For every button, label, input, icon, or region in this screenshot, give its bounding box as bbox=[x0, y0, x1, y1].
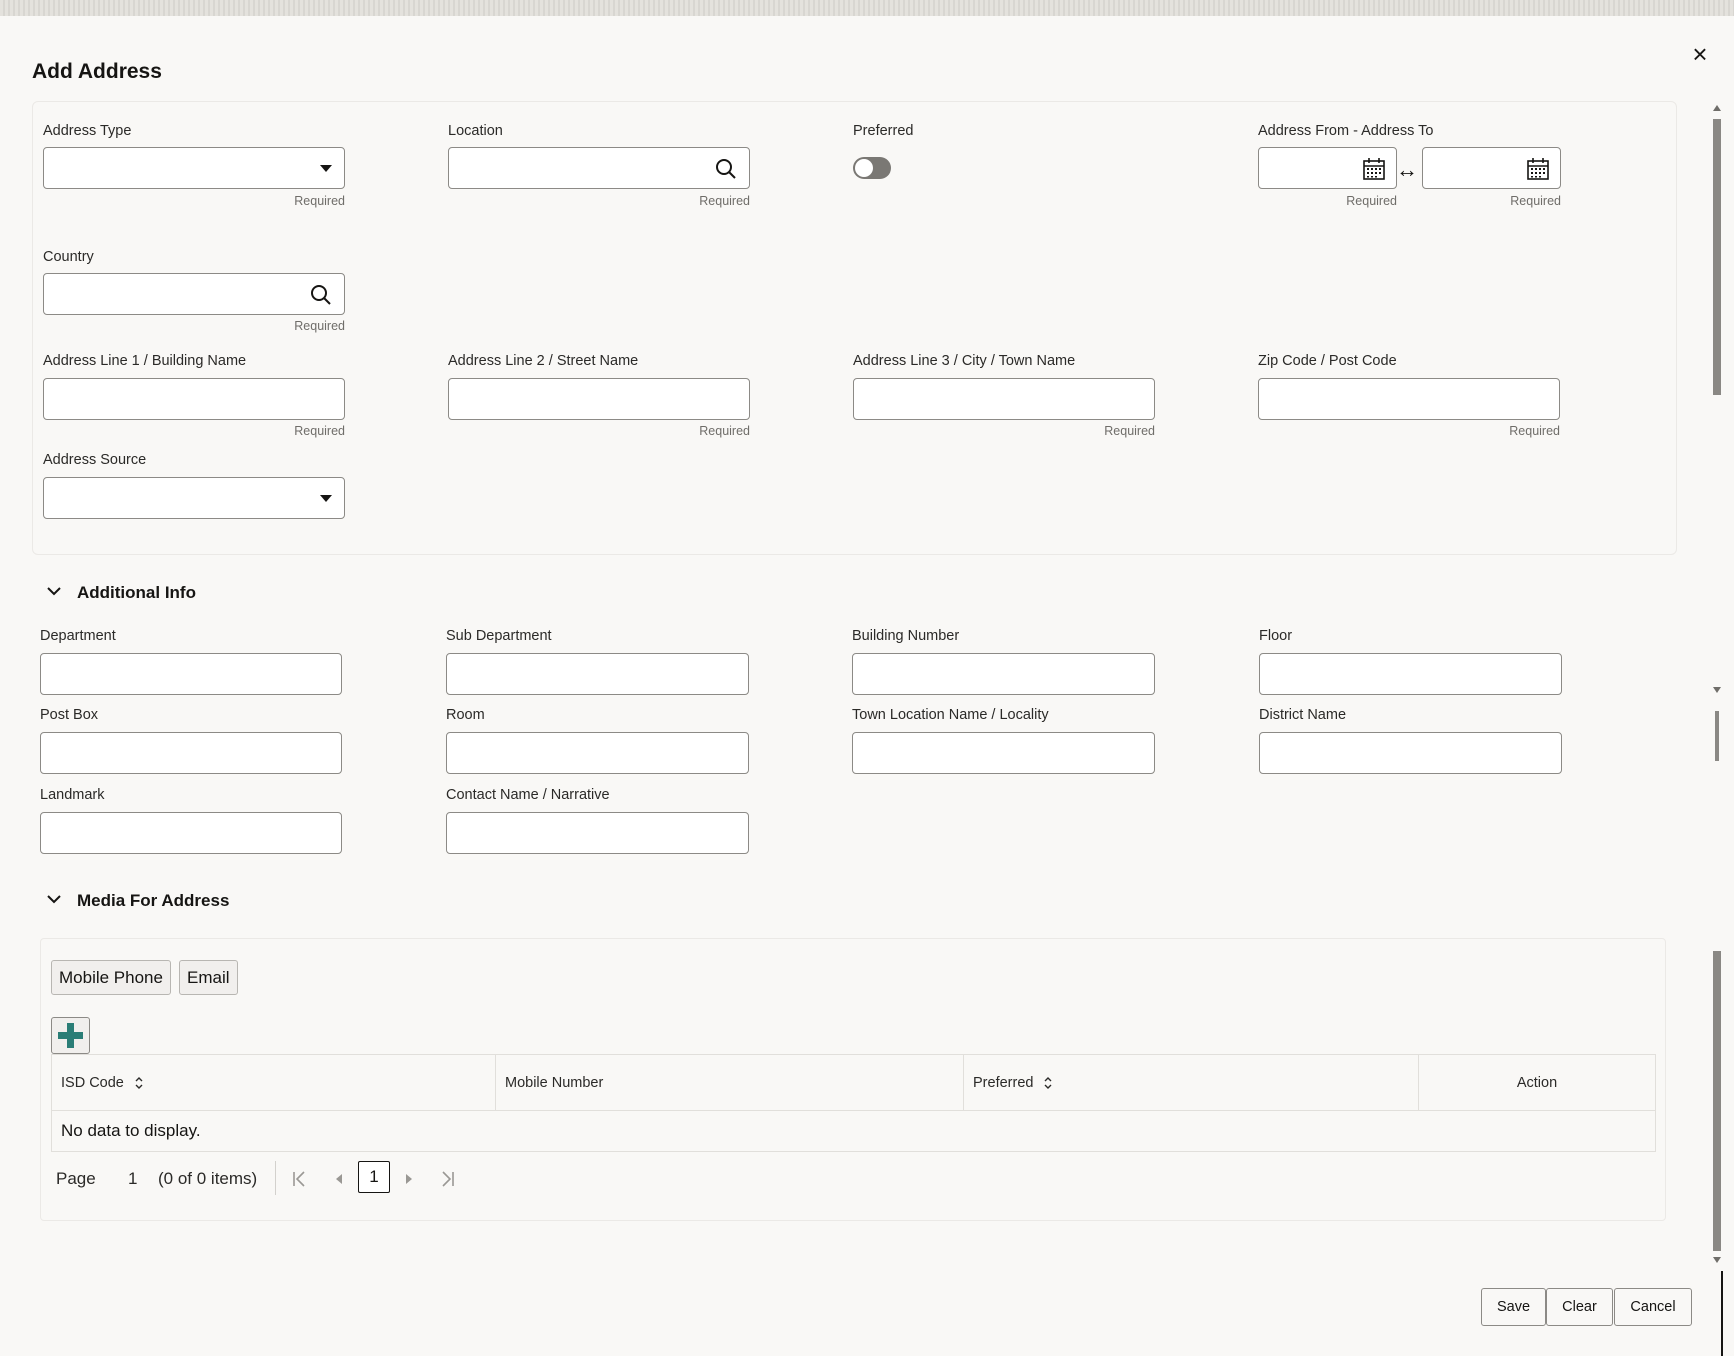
district-name-label: District Name bbox=[1259, 707, 1347, 723]
zip-code-label: Zip Code / Post Code bbox=[1258, 353, 1397, 369]
inner-scrollbar[interactable] bbox=[1710, 102, 1724, 697]
media-for-address-title: Media For Address bbox=[77, 891, 230, 910]
column-preferred-label: Preferred bbox=[973, 1075, 1034, 1091]
location-input[interactable] bbox=[448, 147, 750, 189]
background-strip bbox=[0, 0, 1734, 16]
first-page-icon[interactable] bbox=[287, 1166, 313, 1192]
pager-current-page[interactable]: 1 bbox=[358, 1161, 390, 1193]
building-number-label: Building Number bbox=[852, 628, 960, 644]
pager-page-label: Page bbox=[56, 1169, 96, 1188]
building-number-input[interactable] bbox=[852, 653, 1155, 695]
floor-label: Floor bbox=[1259, 628, 1293, 644]
dialog-title: Add Address bbox=[32, 60, 162, 83]
address-to-date[interactable] bbox=[1422, 147, 1561, 189]
additional-info-header[interactable]: Additional Info bbox=[47, 583, 196, 603]
plus-icon bbox=[58, 1023, 83, 1048]
country-required: Required bbox=[294, 319, 345, 333]
pager-items-text: (0 of 0 items) bbox=[158, 1169, 258, 1188]
tab-email[interactable]: Email bbox=[179, 960, 238, 995]
address-line2-label: Address Line 2 / Street Name bbox=[448, 353, 639, 369]
last-page-icon[interactable] bbox=[434, 1166, 460, 1192]
landmark-input[interactable] bbox=[40, 812, 342, 854]
location-required: Required bbox=[699, 194, 750, 208]
address-source-select[interactable] bbox=[43, 477, 345, 519]
department-label: Department bbox=[40, 628, 116, 644]
room-label: Room bbox=[446, 707, 485, 723]
cancel-button[interactable]: Cancel bbox=[1614, 1288, 1692, 1326]
column-isd-code[interactable]: ISD Code bbox=[52, 1055, 495, 1111]
town-location-label: Town Location Name / Locality bbox=[852, 707, 1049, 723]
add-row-button[interactable] bbox=[51, 1017, 90, 1054]
calendar-icon[interactable] bbox=[1362, 157, 1386, 181]
address-type-required: Required bbox=[294, 194, 345, 208]
country-input[interactable] bbox=[43, 273, 345, 315]
post-box-input[interactable] bbox=[40, 732, 342, 774]
pager-page-input[interactable]: 1 bbox=[128, 1159, 137, 1199]
range-arrow-icon: ↔ bbox=[1396, 157, 1418, 182]
landmark-label: Landmark bbox=[40, 787, 105, 803]
tab-mobile-phone[interactable]: Mobile Phone bbox=[51, 960, 171, 995]
save-button[interactable]: Save bbox=[1481, 1288, 1546, 1326]
address-line1-label: Address Line 1 / Building Name bbox=[43, 353, 247, 369]
address-from-date[interactable] bbox=[1258, 147, 1397, 189]
address-line1-input[interactable] bbox=[43, 378, 345, 420]
pager-divider bbox=[275, 1161, 276, 1195]
add-address-dialog: Add Address × Address Type Required Loca… bbox=[0, 16, 1734, 1356]
district-name-input[interactable] bbox=[1259, 732, 1562, 774]
sort-icon[interactable] bbox=[134, 1076, 144, 1090]
address-type-select[interactable] bbox=[43, 147, 345, 189]
zip-code-required: Required bbox=[1509, 424, 1560, 438]
next-page-icon[interactable] bbox=[396, 1166, 422, 1192]
previous-page-icon[interactable] bbox=[326, 1166, 352, 1192]
calendar-icon[interactable] bbox=[1526, 157, 1550, 181]
address-line2-input[interactable] bbox=[448, 378, 750, 420]
outer-scrollbar[interactable] bbox=[1710, 711, 1724, 1356]
media-for-address-header[interactable]: Media For Address bbox=[47, 891, 229, 911]
column-isd-code-label: ISD Code bbox=[61, 1075, 124, 1091]
sort-icon[interactable] bbox=[1043, 1076, 1053, 1090]
sub-department-input[interactable] bbox=[446, 653, 749, 695]
address-line2-required: Required bbox=[699, 424, 750, 438]
search-icon[interactable] bbox=[715, 158, 737, 180]
preferred-label: Preferred bbox=[853, 123, 914, 139]
address-source-label: Address Source bbox=[43, 452, 147, 468]
address-from-required: Required bbox=[1346, 194, 1397, 208]
address-type-label: Address Type bbox=[43, 123, 132, 139]
table-header-row: ISD Code Mobile Number Preferred Action bbox=[52, 1055, 1655, 1111]
location-label: Location bbox=[448, 123, 503, 139]
address-line3-label: Address Line 3 / City / Town Name bbox=[853, 353, 1076, 369]
chevron-down-icon bbox=[320, 165, 332, 172]
preferred-toggle[interactable] bbox=[853, 157, 891, 179]
floor-input[interactable] bbox=[1259, 653, 1562, 695]
chevron-down-icon bbox=[320, 495, 332, 502]
close-icon[interactable]: × bbox=[1686, 40, 1714, 68]
town-location-input[interactable] bbox=[852, 732, 1155, 774]
search-icon[interactable] bbox=[310, 284, 332, 306]
chevron-down-icon bbox=[47, 587, 61, 596]
country-label: Country bbox=[43, 249, 94, 265]
column-action: Action bbox=[1516, 1075, 1558, 1091]
address-to-required: Required bbox=[1510, 194, 1561, 208]
column-mobile-number: Mobile Number bbox=[505, 1075, 604, 1091]
chevron-down-icon bbox=[47, 895, 61, 904]
address-line3-required: Required bbox=[1104, 424, 1155, 438]
department-input[interactable] bbox=[40, 653, 342, 695]
zip-code-input[interactable] bbox=[1258, 378, 1560, 420]
post-box-label: Post Box bbox=[40, 707, 99, 723]
additional-info-title: Additional Info bbox=[77, 583, 196, 602]
column-preferred[interactable]: Preferred bbox=[964, 1055, 1418, 1111]
address-line3-input[interactable] bbox=[853, 378, 1155, 420]
room-input[interactable] bbox=[446, 732, 749, 774]
media-table: ISD Code Mobile Number Preferred Action … bbox=[51, 1054, 1656, 1152]
sub-department-label: Sub Department bbox=[446, 628, 552, 644]
address-line1-required: Required bbox=[294, 424, 345, 438]
contact-name-input[interactable] bbox=[446, 812, 749, 854]
address-from-to-label: Address From - Address To bbox=[1258, 123, 1434, 139]
clear-button[interactable]: Clear bbox=[1546, 1288, 1613, 1326]
contact-name-label: Contact Name / Narrative bbox=[446, 787, 610, 803]
table-empty-message: No data to display. bbox=[61, 1121, 201, 1140]
